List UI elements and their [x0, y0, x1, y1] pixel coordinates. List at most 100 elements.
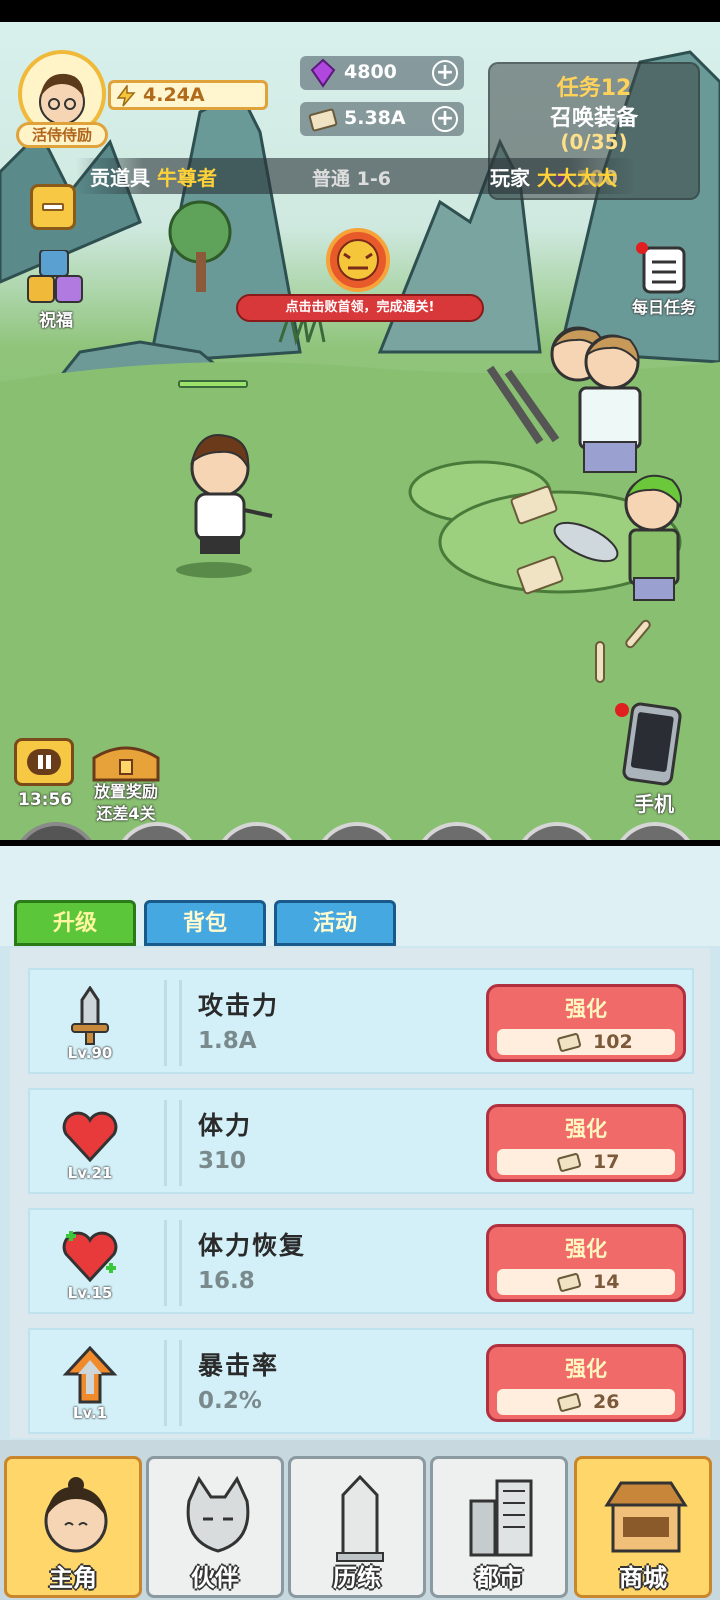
combat-power-value: 4.24A — [143, 84, 205, 106]
battle-scene[interactable]: 活侍侍励 4.24A 4800 + 5.38A + 任务12 召唤装备 (0/3… — [0, 22, 720, 840]
upgrade-attack-button[interactable]: 强化 102 — [486, 984, 686, 1062]
tab-activity[interactable]: 活动 — [274, 900, 396, 946]
skill-slot-locked[interactable] — [214, 822, 300, 840]
tab-upgrade[interactable]: 升级 — [14, 900, 136, 946]
gem-icon — [310, 58, 336, 88]
player-info: 玩家 大大大大 — [490, 166, 617, 190]
upgrade-card-stamina-regen: Lv.15 体力恢复 16.8 强化 14 — [28, 1208, 694, 1314]
cash-counter: 5.38A + — [300, 102, 464, 136]
skill-slot-locked[interactable] — [414, 822, 500, 840]
upgrade-card-stamina: Lv.21 体力 310 强化 17 — [28, 1088, 694, 1194]
add-cash-button[interactable]: + — [432, 106, 458, 132]
phone-button[interactable]: 手机 — [614, 702, 694, 816]
boss-challenge-button[interactable] — [326, 228, 390, 292]
treasure-chest-icon — [92, 746, 160, 782]
upgrade-cost: 17 — [497, 1149, 675, 1175]
item-info: 贡道具 牛尊者 — [90, 166, 217, 190]
demon-boss-icon — [337, 239, 379, 281]
nav-protagonist[interactable]: 主角 — [4, 1456, 142, 1598]
bless-button[interactable]: 祝福 — [26, 249, 86, 331]
tab-backpack[interactable]: 背包 — [144, 900, 266, 946]
combat-power-bar: 4.24A — [108, 80, 268, 110]
skill-slot-locked[interactable] — [314, 822, 400, 840]
upgrade-stamina-regen-button[interactable]: 强化 14 — [486, 1224, 686, 1302]
card-divider — [164, 1100, 182, 1186]
sword-icon — [71, 986, 109, 1045]
crit-arrow-icon — [62, 1346, 118, 1404]
attack-cost: 102 — [593, 1031, 633, 1053]
upgrade-crit-rate-button[interactable]: 强化 26 — [486, 1344, 686, 1422]
card-divider — [164, 1220, 182, 1306]
pause-button[interactable] — [14, 738, 74, 786]
power-bolt-icon — [116, 85, 136, 107]
attack-level: Lv.90 — [67, 1044, 113, 1062]
task-title: 任务12 — [556, 76, 632, 101]
phone-icon — [615, 702, 682, 786]
upgrade-button-label: 强化 — [565, 1237, 607, 1261]
skill-slot-locked[interactable] — [114, 822, 200, 840]
idle-reward-button[interactable]: 放置奖励 还差4关 — [86, 738, 166, 828]
gem-counter: 4800 + — [300, 56, 464, 90]
protagonist-portrait-icon — [44, 1477, 108, 1553]
upgrade-card-attack: Lv.90 攻击力 1.8A 强化 102 — [28, 968, 694, 1074]
cash-stack-icon — [557, 1033, 582, 1052]
stamina-cost: 17 — [593, 1151, 620, 1173]
auto-skill-toggle[interactable]: 自动 关闭 — [12, 822, 100, 840]
idle-reward-remaining: 还差4关 — [96, 804, 156, 823]
cat-icon — [186, 1475, 250, 1553]
clipboard-icon — [636, 242, 686, 294]
stamina-name: 体力 — [198, 1111, 253, 1140]
city-buildings-icon — [469, 1479, 533, 1557]
upgrade-button-label: 强化 — [565, 997, 607, 1021]
stamina-value: 310 — [198, 1148, 247, 1174]
nav-city-label: 都市 — [475, 1564, 523, 1592]
nav-training[interactable]: 历练 — [288, 1456, 426, 1598]
tombstone-icon — [336, 1474, 384, 1562]
idle-reward-label: 放置奖励 — [93, 782, 158, 801]
nav-protagonist-label: 主角 — [49, 1564, 97, 1592]
upgrade-cost: 26 — [497, 1389, 675, 1415]
stamina-regen-name: 体力恢复 — [198, 1231, 307, 1260]
avatar-title-badge: 活侍侍励 — [16, 122, 108, 148]
upgrade-list[interactable]: Lv.90 攻击力 1.8A 强化 102 Lv.21 体力 310 强化 17… — [10, 948, 710, 1438]
stage-label: 普通 1-6 — [312, 168, 391, 190]
minus-icon — [42, 203, 64, 211]
heart-icon — [62, 1111, 118, 1163]
bless-icon — [27, 249, 83, 303]
skill-slot-locked[interactable] — [612, 822, 698, 840]
nav-training-label: 历练 — [333, 1564, 381, 1592]
skill-slot-locked[interactable] — [514, 822, 600, 840]
card-divider — [164, 1340, 182, 1426]
task-progress: (0/35) — [560, 130, 628, 154]
crit-rate-cost: 26 — [593, 1391, 620, 1413]
nav-partner[interactable]: 伙伴 — [146, 1456, 284, 1598]
attack-value: 1.8A — [198, 1028, 257, 1054]
cash-stack-icon — [557, 1273, 582, 1292]
daily-tasks-label: 每日任务 — [631, 298, 696, 317]
pause-icon — [27, 749, 61, 775]
upgrade-stamina-button[interactable]: 强化 17 — [486, 1104, 686, 1182]
phone-label: 手机 — [634, 792, 674, 816]
stamina-regen-value: 16.8 — [198, 1268, 255, 1294]
bless-label: 祝福 — [39, 311, 73, 331]
daily-tasks-button[interactable]: 每日任务 — [624, 242, 704, 322]
stamina-regen-level: Lv.15 — [67, 1284, 113, 1302]
upgrade-card-crit-rate: Lv.1 暴击率 0.2% 强化 26 — [28, 1328, 694, 1434]
upgrade-button-label: 强化 — [565, 1117, 607, 1141]
heart-plus-icon — [62, 1231, 118, 1283]
collapse-menu-button[interactable] — [30, 184, 76, 230]
tab-bar: 升级 背包 活动 — [0, 846, 720, 946]
status-bar — [0, 0, 720, 22]
cash-stack-icon — [308, 108, 338, 132]
nav-shop-label: 商城 — [619, 1564, 667, 1592]
market-stall-icon — [604, 1481, 688, 1553]
add-gems-button[interactable]: + — [432, 60, 458, 86]
nav-shop[interactable]: 商城 — [574, 1456, 712, 1598]
stamina-regen-cost: 14 — [593, 1271, 620, 1293]
nav-city[interactable]: 都市 — [430, 1456, 568, 1598]
card-divider — [164, 980, 182, 1066]
upgrade-button-label: 强化 — [565, 1357, 607, 1381]
upgrade-cost: 102 — [497, 1029, 675, 1055]
gem-value: 4800 — [344, 61, 397, 83]
upgrade-cost: 14 — [497, 1269, 675, 1295]
